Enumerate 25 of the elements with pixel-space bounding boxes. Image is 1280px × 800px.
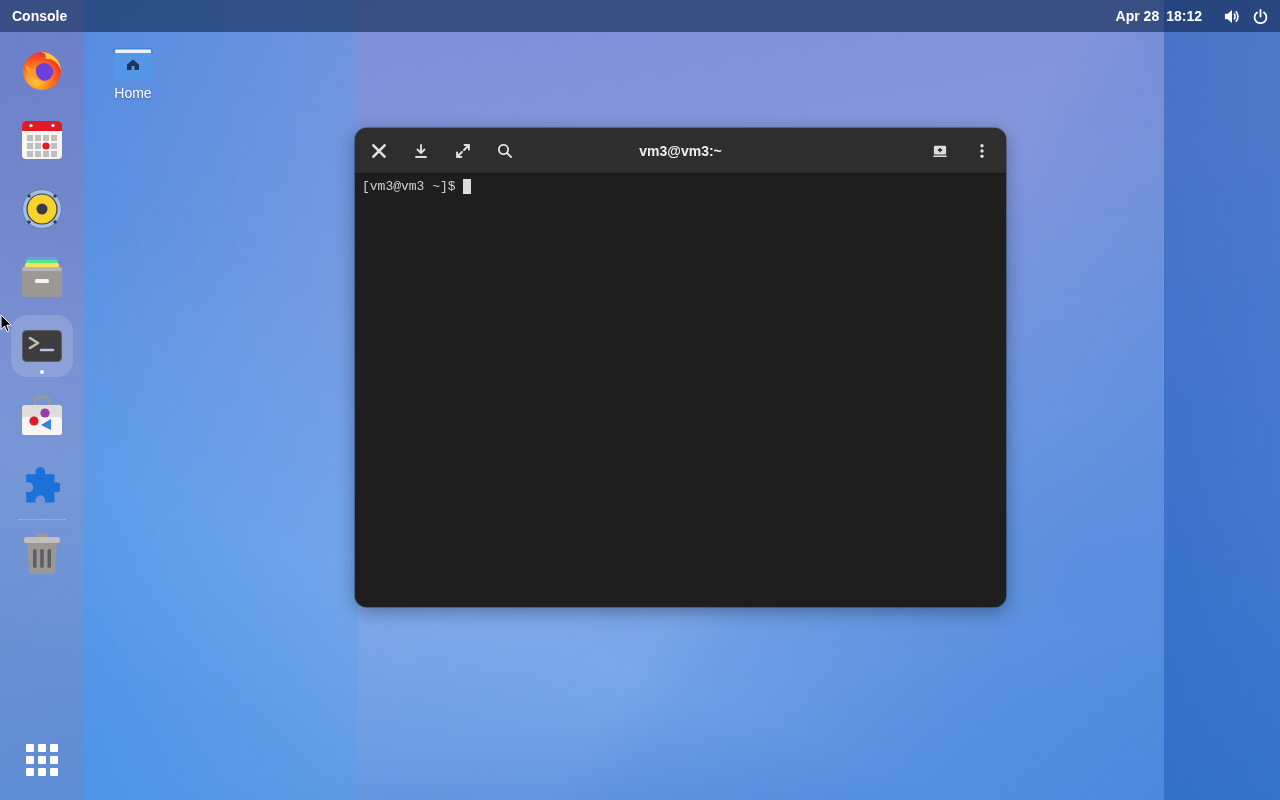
- block-cursor-icon: [463, 179, 472, 194]
- swirl-logo-icon: [22, 51, 62, 91]
- window-title: vm3@vm3:~: [639, 142, 722, 159]
- mouse-pointer-icon: [0, 314, 12, 333]
- app-menu-button[interactable]: Console: [0, 0, 80, 32]
- date-label[interactable]: Apr 28: [1115, 8, 1160, 24]
- close-icon: [372, 143, 386, 158]
- time-label[interactable]: 18:12: [1166, 8, 1202, 24]
- dock-launcher[interactable]: [11, 315, 73, 378]
- calendar-icon: [22, 120, 62, 159]
- home-folder-icon: [113, 48, 153, 80]
- trash-can-icon: [24, 534, 60, 575]
- file-cabinet-icon: [22, 257, 62, 298]
- terminal-icon: [22, 330, 62, 363]
- expand-icon: [456, 143, 470, 158]
- power-icon[interactable]: [1253, 8, 1268, 24]
- prompt-text: [vm3@vm3 ~]$: [362, 179, 456, 194]
- volume-icon[interactable]: [1224, 8, 1239, 24]
- search-icon: [498, 143, 512, 158]
- app-grid-icon: [26, 744, 58, 776]
- puzzle-piece-icon: [24, 464, 60, 503]
- download-icon: [414, 143, 428, 158]
- shopping-bag-icon: [22, 395, 62, 435]
- tab-plus-icon: [933, 143, 947, 158]
- speaker-icon: [22, 188, 62, 229]
